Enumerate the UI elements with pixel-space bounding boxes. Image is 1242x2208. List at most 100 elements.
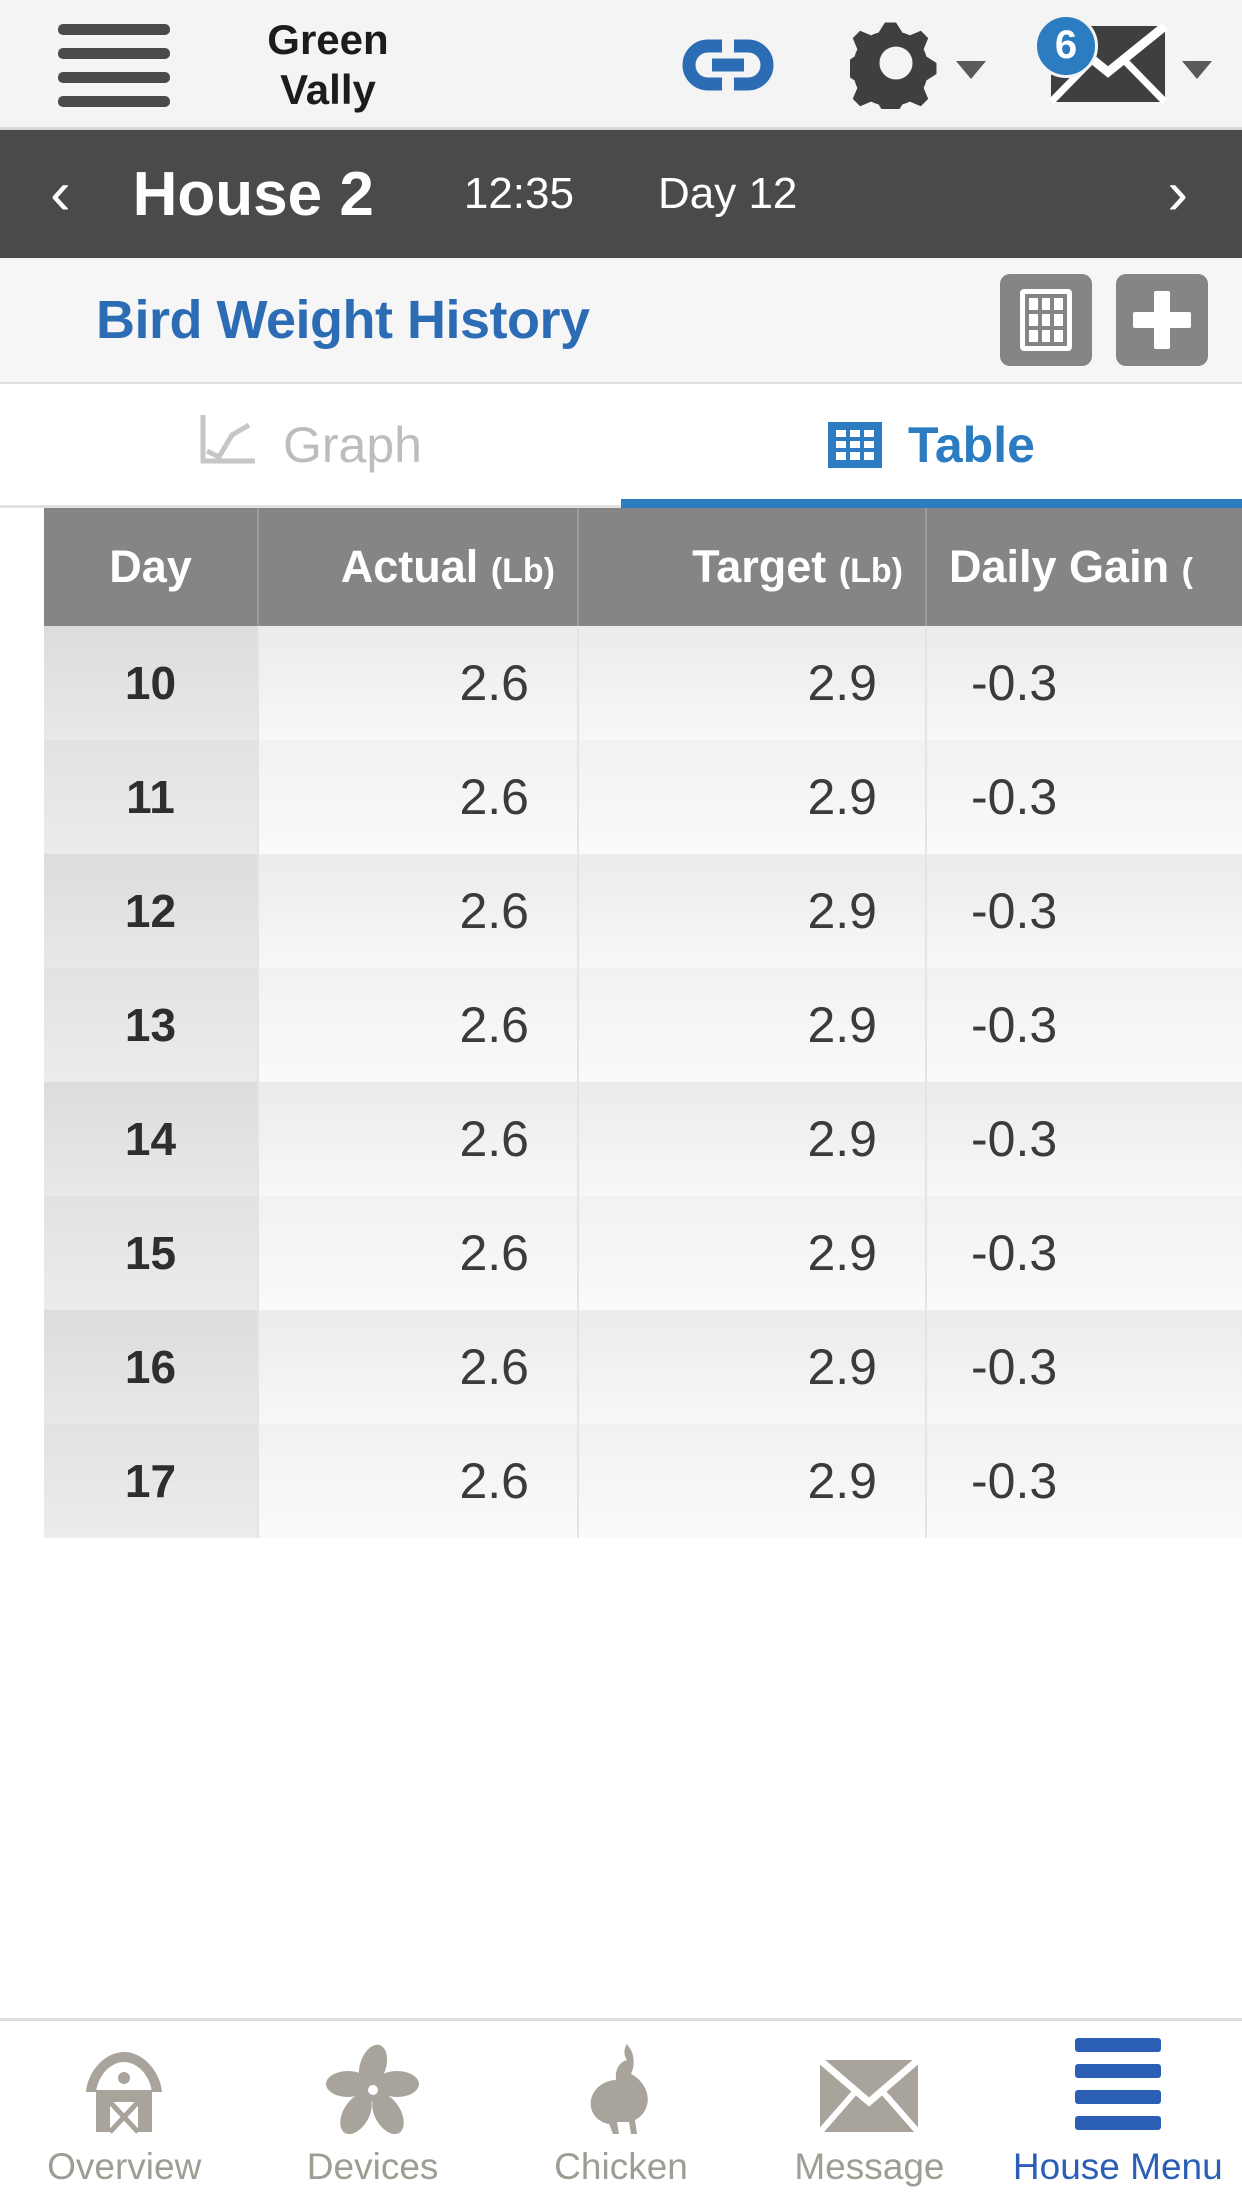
- cell-daily-gain: -0.3: [971, 769, 1058, 825]
- cell-target: 2.9: [578, 626, 927, 740]
- table-row[interactable]: 13 2.6 2.9 -0.3: [44, 968, 1242, 1082]
- cell-actual: 2.6: [258, 968, 579, 1082]
- nav-item-message[interactable]: Message: [745, 2021, 993, 2208]
- hamburger-menu-icon[interactable]: [58, 20, 170, 110]
- panel-action-group: [1000, 274, 1208, 366]
- plus-icon: [1133, 291, 1191, 349]
- table-row[interactable]: 14 2.6 2.9 -0.3: [44, 1082, 1242, 1196]
- bird-weight-table: Day Actual (Lb) Target (Lb) Daily Gain (: [44, 508, 1242, 1538]
- cell-target: 2.9: [578, 854, 927, 968]
- chicken-icon: [579, 2042, 663, 2136]
- column-header-day[interactable]: Day: [44, 508, 259, 626]
- add-entry-button[interactable]: [1116, 274, 1208, 366]
- cell-actual: 2.6: [258, 1424, 579, 1538]
- bottom-navigation-bar: Overview Devices Chicken Message House M…: [0, 2018, 1242, 2208]
- cell-actual: 2.6: [258, 626, 579, 740]
- unread-badge: 6: [1034, 13, 1098, 78]
- chevron-down-icon: [1182, 61, 1212, 79]
- nav-item-devices-label: Devices: [306, 2145, 439, 2187]
- cell-target: 2.9: [578, 1310, 927, 1424]
- panel-header: Bird Weight History: [0, 258, 1242, 384]
- tab-table-label: Table: [908, 416, 1035, 473]
- envelope-icon: [817, 2042, 921, 2136]
- cell-day: 11: [44, 740, 259, 854]
- tab-graph[interactable]: Graph: [0, 384, 621, 505]
- nav-item-overview[interactable]: Overview: [0, 2021, 248, 2208]
- brand-name: Green Vally: [238, 15, 418, 114]
- cell-daily-gain: -0.3: [971, 883, 1058, 939]
- nav-item-overview-label: Overview: [47, 2145, 202, 2187]
- cell-actual: 2.6: [258, 740, 579, 854]
- column-header-day-label: Day: [109, 541, 192, 592]
- table-view-button[interactable]: [1000, 274, 1092, 366]
- tab-graph-label: Graph: [283, 416, 422, 473]
- column-header-target[interactable]: Target (Lb): [578, 508, 927, 626]
- tab-table[interactable]: Table: [621, 384, 1242, 508]
- cell-daily-gain: -0.3: [971, 1225, 1058, 1281]
- nav-item-house-menu[interactable]: House Menu: [994, 2021, 1242, 2208]
- table-grid-icon: [1020, 289, 1072, 351]
- house-title: House 2: [132, 159, 374, 229]
- cell-target: 2.9: [578, 1424, 927, 1538]
- column-header-actual-label: Actual: [340, 541, 479, 592]
- fan-icon: [325, 2042, 420, 2136]
- table-row[interactable]: 15 2.6 2.9 -0.3: [44, 1196, 1242, 1310]
- chain-link-icon[interactable]: [682, 34, 774, 96]
- nav-item-chicken[interactable]: Chicken: [497, 2021, 745, 2208]
- settings-menu[interactable]: [844, 17, 986, 115]
- column-header-daily-gain-label: Daily Gain: [949, 541, 1170, 592]
- cell-actual: 2.6: [258, 1082, 579, 1196]
- nav-item-house-menu-label: House Menu: [1012, 2145, 1223, 2187]
- cell-daily-gain: -0.3: [971, 1453, 1058, 1509]
- cell-day: 14: [44, 1082, 259, 1196]
- house-navigation-bar: ‹ House 2 12:35 Day 12 ›: [0, 130, 1242, 258]
- app-bar-icon-group: 6: [682, 13, 1242, 115]
- cell-day: 16: [44, 1310, 259, 1424]
- top-app-bar: Green Vally 6: [0, 0, 1242, 130]
- cell-target: 2.9: [578, 1082, 927, 1196]
- cell-day: 12: [44, 854, 259, 968]
- column-header-actual-unit: (Lb): [490, 552, 555, 590]
- table-row[interactable]: 12 2.6 2.9 -0.3: [44, 854, 1242, 968]
- messages-menu[interactable]: 6: [1034, 13, 1212, 111]
- chevron-down-icon: [956, 61, 986, 79]
- brand-line-2: Vally: [280, 66, 376, 113]
- column-header-daily-gain[interactable]: Daily Gain (: [926, 508, 1242, 626]
- cell-target: 2.9: [578, 1196, 927, 1310]
- cell-target: 2.9: [578, 968, 927, 1082]
- bird-weight-table-container[interactable]: Day Actual (Lb) Target (Lb) Daily Gain (: [0, 508, 1242, 2018]
- table-grid-icon: [828, 421, 883, 468]
- cell-daily-gain: -0.3: [971, 1111, 1058, 1167]
- cell-day: 13: [44, 968, 259, 1082]
- cell-actual: 2.6: [258, 1310, 579, 1424]
- column-header-target-unit: (Lb): [838, 552, 903, 590]
- table-body: 10 2.6 2.9 -0.3 11 2.6 2.9 -0.3 12 2.6 2.9 -0.3 13 2.…: [44, 626, 1242, 1538]
- table-row[interactable]: 11 2.6 2.9 -0.3: [44, 740, 1242, 854]
- barn-icon: [78, 2042, 170, 2136]
- app-root: Green Vally 6 ‹ House 2 12:35 Day 12 › B…: [0, 0, 1242, 2208]
- nav-item-message-label: Message: [794, 2145, 945, 2187]
- gear-icon: [844, 17, 942, 115]
- brand-line-1: Green: [267, 16, 389, 64]
- next-house-button[interactable]: ›: [1131, 163, 1224, 225]
- column-header-actual[interactable]: Actual (Lb): [258, 508, 579, 626]
- cell-actual: 2.6: [258, 1196, 579, 1310]
- cell-daily-gain: -0.3: [971, 997, 1058, 1053]
- nav-item-devices[interactable]: Devices: [248, 2021, 496, 2208]
- cell-day: 17: [44, 1424, 259, 1538]
- table-row[interactable]: 10 2.6 2.9 -0.3: [44, 626, 1242, 740]
- view-tabs: Graph Table: [0, 384, 1242, 508]
- cell-daily-gain: -0.3: [971, 1339, 1058, 1395]
- house-day: Day 12: [657, 169, 798, 218]
- hamburger-menu-icon: [1074, 2037, 1161, 2136]
- table-row[interactable]: 16 2.6 2.9 -0.3: [44, 1310, 1242, 1424]
- column-header-daily-gain-unit: (: [1181, 552, 1193, 590]
- house-time: 12:35: [463, 169, 574, 218]
- cell-actual: 2.6: [258, 854, 579, 968]
- line-chart-icon: [199, 413, 257, 477]
- cell-day: 15: [44, 1196, 259, 1310]
- nav-item-chicken-label: Chicken: [554, 2145, 688, 2187]
- previous-house-button[interactable]: ‹: [14, 163, 107, 225]
- cell-daily-gain: -0.3: [971, 655, 1058, 711]
- table-row[interactable]: 17 2.6 2.9 -0.3: [44, 1424, 1242, 1538]
